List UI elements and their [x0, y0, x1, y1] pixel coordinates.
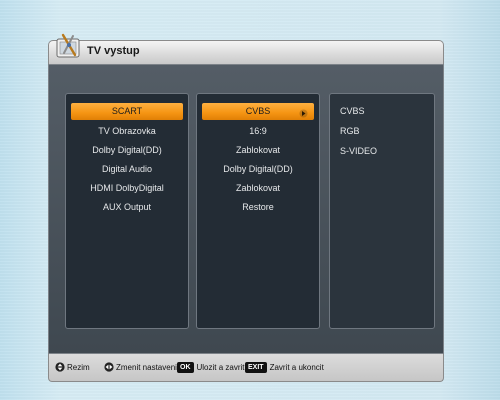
option-s-video[interactable]: S-VIDEO [330, 141, 377, 161]
menu-item-scart[interactable]: SCART [71, 103, 183, 120]
hint-change-label: Zmenit nastaveni [116, 362, 177, 372]
dialog-footer-hints: Rezim Zmenit nastaveni OK Ulozit a zavri… [48, 354, 444, 382]
menu-item-digital-audio[interactable]: Digital Audio [71, 160, 183, 179]
tv-settings-icon [55, 33, 83, 63]
menu-item-hdmi-dolby[interactable]: HDMI DolbyDigital [71, 179, 183, 198]
hint-exit: EXIT Zavrit a ukoncit [245, 362, 324, 373]
menu-item-label: Dolby Digital(DD) [92, 145, 162, 155]
dialog-body: SCART TV Obrazovka Dolby Digital(DD) Dig… [48, 64, 444, 354]
value-item-tv-screen[interactable]: 16:9 [202, 122, 314, 141]
value-item-label: Zablokovat [235, 183, 281, 193]
value-item-digital-audio[interactable]: Dolby Digital(DD) [202, 160, 314, 179]
menu-item-label: AUX Output [102, 202, 152, 212]
menu-item-aux-output[interactable]: AUX Output [71, 198, 183, 217]
option-cvbs[interactable]: CVBS [330, 101, 377, 121]
tv-output-dialog: TV vystup SCART TV Obrazovka Dolby Digit… [48, 33, 444, 382]
menu-item-label: Digital Audio [101, 164, 153, 174]
settings-menu-column: SCART TV Obrazovka Dolby Digital(DD) Dig… [65, 93, 189, 329]
dropdown-arrow-icon [299, 107, 308, 118]
value-item-dolby-digital[interactable]: Zablokovat [202, 141, 314, 160]
exit-key: EXIT [245, 362, 267, 373]
menu-item-label: TV Obrazovka [98, 126, 156, 136]
up-down-arrows-icon [55, 362, 65, 372]
options-column: CVBS RGB S-VIDEO [329, 93, 435, 329]
hint-change: Zmenit nastaveni [104, 362, 177, 372]
value-item-label: CVBS [245, 106, 271, 116]
hint-ok-label: Ulozit a zavrit [196, 363, 245, 372]
value-item-label: Dolby Digital(DD) [223, 164, 293, 174]
value-item-label: Restore [242, 202, 274, 212]
hint-exit-label: Zavrit a ukoncit [269, 363, 324, 372]
menu-item-label: SCART [111, 106, 143, 116]
ok-key: OK [177, 362, 194, 373]
dialog-title: TV vystup [87, 45, 140, 57]
hint-ok: OK Ulozit a zavrit [177, 362, 245, 373]
value-item-scart[interactable]: CVBS [202, 103, 314, 120]
value-item-hdmi-dolby[interactable]: Zablokovat [202, 179, 314, 198]
menu-item-tv-screen[interactable]: TV Obrazovka [71, 122, 183, 141]
option-rgb[interactable]: RGB [330, 121, 377, 141]
dialog-titlebar: TV vystup [48, 33, 444, 64]
settings-value-column: CVBS 16:9 Zablokovat Dolby Digital(DD) Z… [196, 93, 320, 329]
hint-mode: Rezim [55, 362, 90, 372]
menu-item-label: HDMI DolbyDigital [90, 183, 164, 193]
menu-item-dolby-digital[interactable]: Dolby Digital(DD) [71, 141, 183, 160]
hint-mode-label: Rezim [67, 362, 90, 372]
value-item-label: 16:9 [249, 126, 267, 136]
value-item-label: Zablokovat [235, 145, 281, 155]
left-right-arrows-icon [104, 362, 114, 372]
value-item-aux-output[interactable]: Restore [202, 198, 314, 217]
